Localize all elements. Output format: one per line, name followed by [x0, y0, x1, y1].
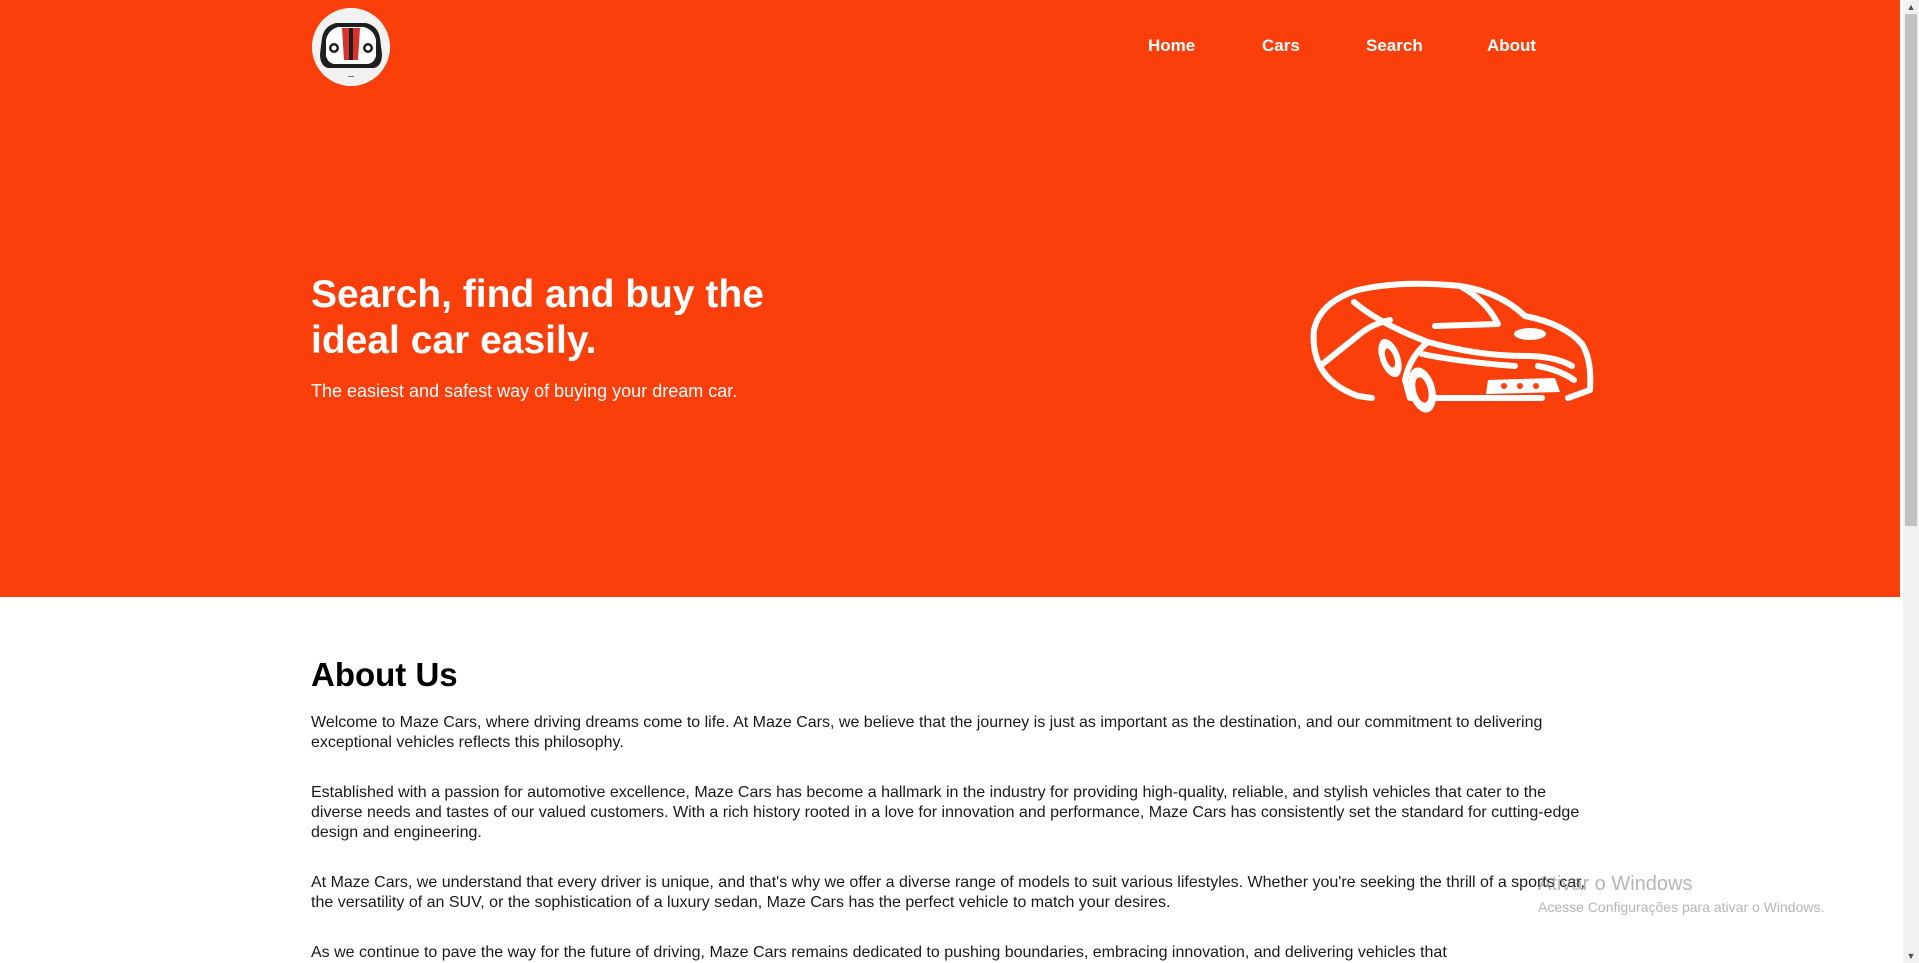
about-paragraph: Welcome to Maze Cars, where driving drea…: [311, 714, 1543, 751]
nav-about-link[interactable]: About: [1487, 36, 1536, 56]
about-title: About Us: [311, 656, 458, 693]
main-nav: Home Cars Search About: [0, 36, 1900, 60]
hero-title: Search, find and buy the ideal car easil…: [311, 273, 764, 362]
about-paragraph: At Maze Cars, we understand that every d…: [311, 874, 1585, 911]
nav-home-link[interactable]: Home: [1148, 36, 1195, 56]
scrollbar-thumb[interactable]: [1905, 14, 1917, 526]
nav-search-link[interactable]: Search: [1366, 36, 1423, 56]
about-paragraph: Established with a passion for automotiv…: [311, 784, 1580, 841]
hero-section: Home Cars Search About Search, find and …: [0, 0, 1900, 597]
scroll-down-icon[interactable]: ▼: [1903, 949, 1919, 963]
car-outline-icon: [1310, 280, 1595, 420]
page-scrollbar[interactable]: ▲ ▼: [1903, 0, 1919, 963]
scroll-up-icon[interactable]: ▲: [1903, 0, 1919, 14]
page: Home Cars Search About Search, find and …: [0, 0, 1900, 963]
windows-activation-subtitle: Acesse Configurações para ativar o Windo…: [1538, 899, 1825, 915]
about-paragraph: As we continue to pave the way for the f…: [311, 944, 1447, 961]
hero-subtitle: The easiest and safest way of buying you…: [311, 381, 738, 401]
windows-activation-title: Ativar o Windows: [1538, 873, 1693, 895]
nav-cars-link[interactable]: Cars: [1262, 36, 1300, 56]
